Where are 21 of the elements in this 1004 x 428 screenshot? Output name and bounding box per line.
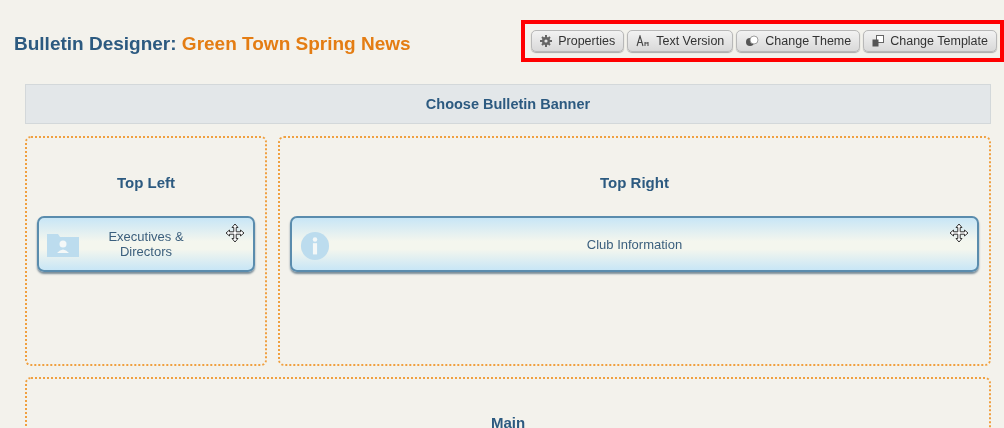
content-widget[interactable]: Executives & Directors [37,216,255,272]
zone-title: Top Left [115,174,176,191]
page-title: Bulletin Designer: Green Town Spring News [14,33,411,55]
folder-icon [47,231,79,257]
content-widget[interactable]: Club Information [290,216,979,272]
gear-icon [540,35,553,47]
move-icon[interactable] [225,223,245,243]
circles-icon [745,35,760,47]
banner-bar[interactable]: Choose Bulletin Banner [25,84,991,124]
widget-label: Executives & Directors [107,229,185,259]
zone-title: Main [489,414,527,428]
font-size-icon [636,35,651,47]
change-template-button[interactable]: Change Template [863,30,997,52]
zone-title: Top Right [599,174,670,191]
text-version-button[interactable]: Text Version [627,30,734,52]
move-icon[interactable] [949,223,969,243]
change-theme-button[interactable]: Change Theme [736,30,861,52]
properties-button[interactable]: Properties [531,30,625,52]
squares-icon [872,35,885,47]
widget-label: Club Information [586,236,683,252]
info-icon [300,231,330,261]
